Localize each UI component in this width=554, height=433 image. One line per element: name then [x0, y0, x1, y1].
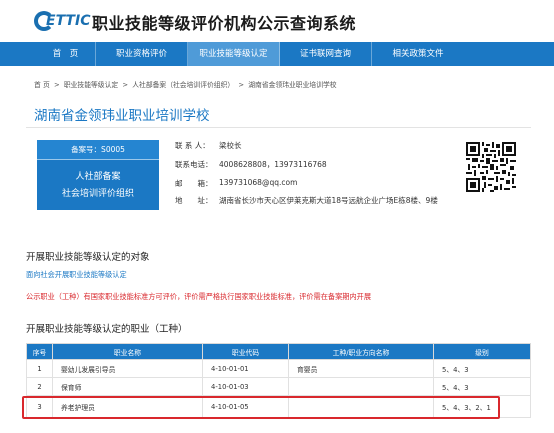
record-badge: 备案号：S0005 人社部备案 社会培训评价组织: [37, 140, 159, 210]
targets-text: 面向社会开展职业技能等级认定: [26, 270, 127, 279]
breadcrumb-level2[interactable]: 人社部备案（社会培训评价组织）: [132, 81, 234, 89]
table-row: 1 婴幼儿发展引导员 4-10-01-01 育婴员 5、4、3: [26, 359, 531, 378]
occupation-code: 4-10-01-03: [202, 377, 289, 396]
table-header-row: 序号 职业名称 职业代码 工种/职业方向名称 级别: [26, 343, 531, 360]
column-header-occupation-name: 职业名称: [52, 343, 203, 360]
main-nav: 首 页 职业资格评价 职业技能等级认定 证书联网查询 相关政策文件: [0, 42, 554, 66]
page-title: 湖南省金领玮业职业培训学校: [34, 108, 210, 124]
site-header: ETTIC 职业技能等级评价机构公示查询系统: [0, 0, 554, 42]
nav-item-qualification-evaluation[interactable]: 职业资格评价: [96, 42, 188, 66]
record-number: 备案号：S0005: [37, 140, 159, 160]
address-label: 地 址：: [175, 196, 213, 205]
nav-item-skill-level-certification[interactable]: 职业技能等级认定: [188, 42, 280, 66]
breadcrumb-level1[interactable]: 职业技能等级认定: [64, 81, 118, 89]
levels: 5、4、3: [433, 377, 531, 396]
nav-item-home[interactable]: 首 页: [36, 42, 96, 66]
occupation-name: 婴幼儿发展引导员: [52, 359, 203, 378]
logo-text: ETTIC: [46, 13, 91, 29]
contact-person-value: 梁校长: [219, 141, 242, 150]
column-header-level: 级别: [433, 343, 531, 360]
nav-item-certificate-query[interactable]: 证书联网查询: [280, 42, 372, 66]
divider: [26, 127, 531, 128]
site-title: 职业技能等级评价机构公示查询系统: [92, 14, 357, 33]
row-index: 1: [26, 359, 53, 378]
occupation-name: 保育师: [52, 377, 203, 396]
occupations-section-title: 开展职业技能等级认定的职业（工种）: [26, 324, 188, 335]
contact-person-row: 联 系 人： 梁校长: [175, 140, 242, 151]
ettic-logo[interactable]: ETTIC: [34, 11, 90, 31]
occupation-code: 4-10-01-01: [202, 359, 289, 378]
table-row: 2 保育师 4-10-01-03 5、4、3: [26, 377, 531, 396]
column-header-job-direction: 工种/职业方向名称: [288, 343, 434, 360]
breadcrumb: 首 页 > 职业技能等级认定 > 人社部备案（社会培训评价组织） > 湖南省金领…: [34, 79, 339, 89]
nav-item-policy-documents[interactable]: 相关政策文件: [372, 42, 464, 66]
breadcrumb-separator: >: [238, 81, 245, 89]
highlight-box: [22, 396, 500, 419]
address-value: 湖南省长沙市天心区伊莱克斯大道18号远航企业广场E栋8楼、9楼: [219, 196, 438, 205]
badge-line-registration: 人社部备案: [75, 172, 121, 182]
column-header-index: 序号: [26, 343, 53, 360]
email-value: 139731068@qq.com: [219, 178, 298, 187]
evaluation-notice: 公示职业（工种）有国家职业技能标准方可评价，评价需严格执行国家职业技能标准，评价…: [26, 292, 372, 301]
breadcrumb-separator: >: [122, 81, 129, 89]
badge-line-org-type: 社会培训评价组织: [61, 189, 134, 199]
targets-section-title: 开展职业技能等级认定的对象: [26, 252, 150, 263]
email-row: 邮 箱： 139731068@qq.com: [175, 178, 297, 189]
phone-value: 4008628808，13973116768: [219, 160, 327, 169]
phone-row: 联系电话： 4008628808，13973116768: [175, 159, 327, 170]
phone-label: 联系电话：: [175, 160, 213, 169]
qr-code-icon: [466, 142, 516, 192]
email-label: 邮 箱：: [175, 179, 213, 188]
job-direction: [288, 377, 434, 396]
address-row: 地 址： 湖南省长沙市天心区伊莱克斯大道18号远航企业广场E栋8楼、9楼: [175, 192, 494, 209]
row-index: 2: [26, 377, 53, 396]
breadcrumb-current: 湖南省金领玮业职业培训学校: [248, 81, 337, 89]
levels: 5、4、3: [433, 359, 531, 378]
job-direction: 育婴员: [288, 359, 434, 378]
breadcrumb-home[interactable]: 首 页: [34, 81, 50, 89]
contact-person-label: 联 系 人：: [175, 141, 210, 150]
column-header-occupation-code: 职业代码: [202, 343, 289, 360]
breadcrumb-separator: >: [53, 81, 60, 89]
